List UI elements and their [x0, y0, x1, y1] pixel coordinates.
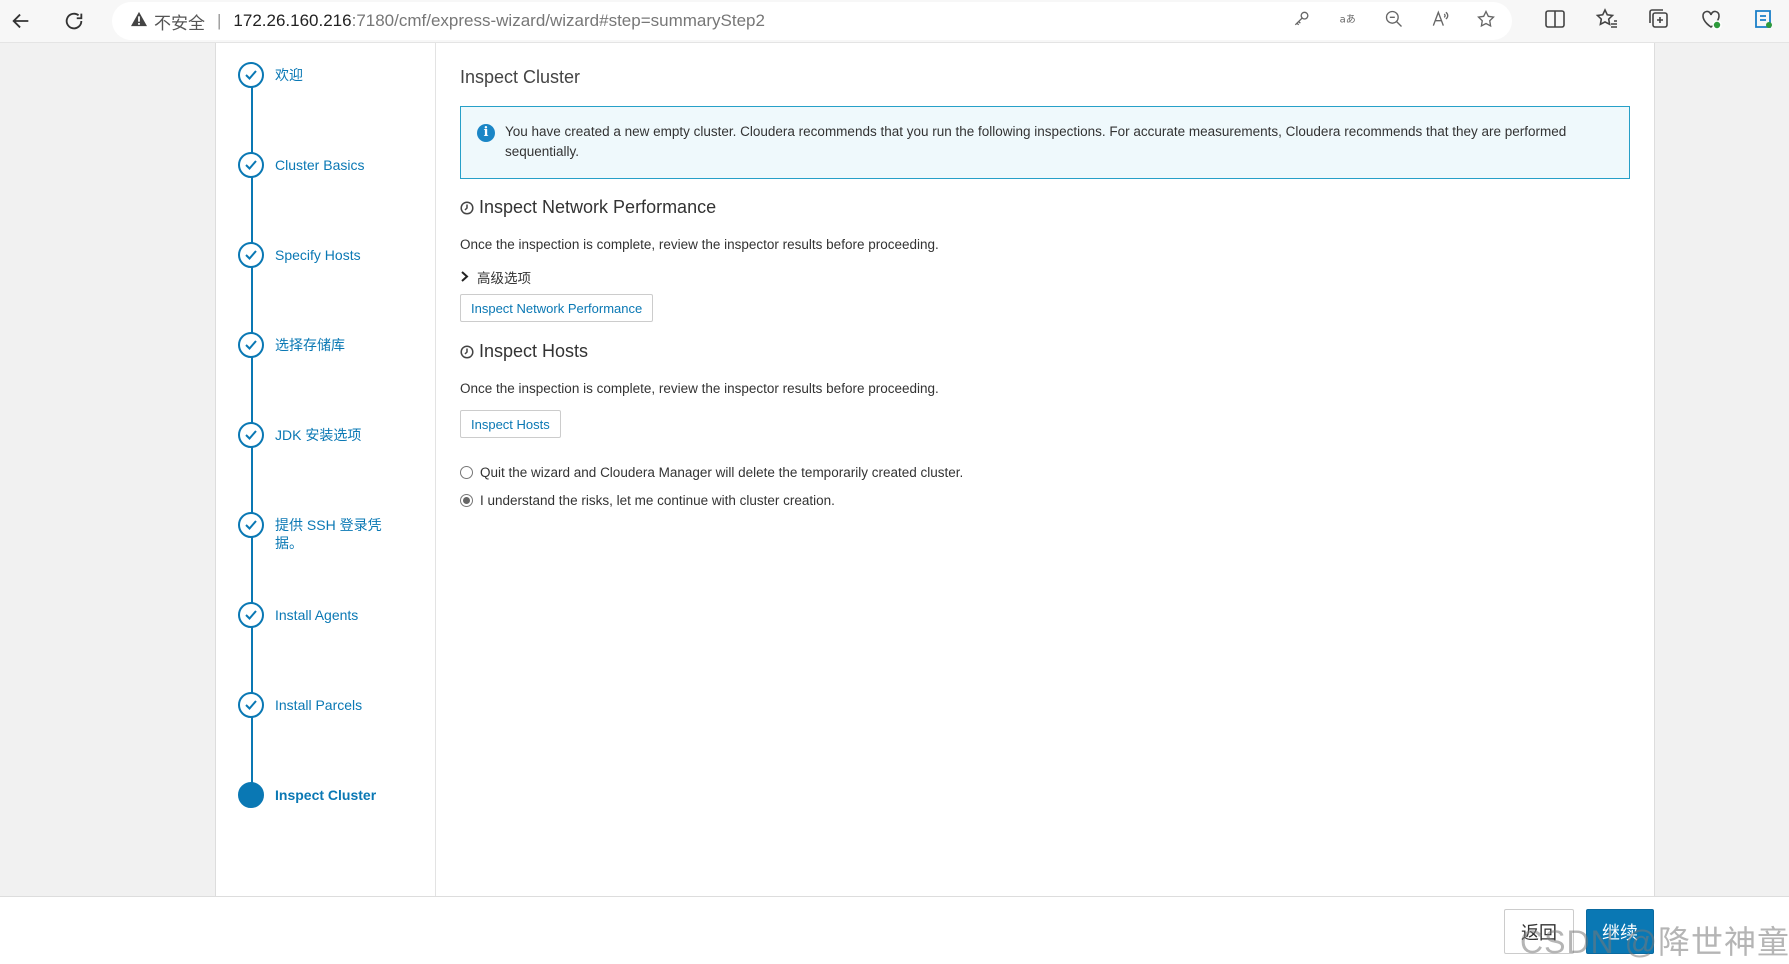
- browser-essentials-icon[interactable]: [1699, 7, 1723, 36]
- check-icon: [238, 422, 264, 448]
- step-label: Inspect Cluster: [275, 787, 377, 803]
- insecure-label: 不安全: [154, 13, 205, 33]
- refresh-icon[interactable]: [61, 8, 87, 34]
- advanced-options-label: 高级选项: [477, 271, 531, 286]
- step-inspect-cluster[interactable]: Inspect Cluster: [238, 782, 428, 808]
- address-bar[interactable]: 不安全 | 172.26.160.216:7180/cmf/express-wi…: [112, 2, 1512, 40]
- inspect-hosts-button[interactable]: Inspect Hosts: [460, 410, 561, 438]
- info-text: You have created a new empty cluster. Cl…: [505, 124, 1567, 159]
- check-icon: [238, 512, 264, 538]
- favorite-star-icon[interactable]: [1476, 9, 1496, 34]
- radio-button[interactable]: [460, 466, 473, 479]
- chevron-right-icon: [460, 270, 469, 285]
- check-icon: [238, 602, 264, 628]
- favorites-icon[interactable]: [1595, 7, 1619, 36]
- zoom-out-icon[interactable]: [1384, 9, 1404, 34]
- hosts-title-text: Inspect Hosts: [479, 341, 589, 361]
- continue-creation-label: I understand the risks, let me continue …: [480, 493, 835, 508]
- wizard-steps-sidebar: 欢迎 Cluster Basics Specify Hosts 选择存储库 JD…: [216, 43, 436, 896]
- network-description: Once the inspection is complete, review …: [460, 237, 939, 252]
- split-screen-icon[interactable]: [1543, 7, 1567, 36]
- current-step-dot-icon: [238, 782, 264, 808]
- browser-toolbar: 不安全 | 172.26.160.216:7180/cmf/express-wi…: [0, 0, 1789, 43]
- step-welcome[interactable]: 欢迎: [238, 62, 428, 88]
- step-label: JDK 安装选项: [275, 427, 362, 443]
- check-icon: [238, 242, 264, 268]
- network-title-text: Inspect Network Performance: [479, 197, 717, 217]
- warning-icon: [130, 11, 148, 32]
- translate-icon[interactable]: aあ: [1338, 9, 1358, 34]
- step-install-parcels[interactable]: Install Parcels: [238, 692, 428, 718]
- network-section-title: Inspect Network Performance: [460, 197, 716, 218]
- step-label: Install Parcels: [275, 697, 363, 713]
- collections-icon[interactable]: [1647, 7, 1671, 36]
- address-separator: |: [217, 11, 222, 30]
- step-label: 选择存储库: [275, 337, 345, 353]
- check-icon: [238, 62, 264, 88]
- watermark: CSDN @降世神童: [1520, 924, 1789, 960]
- step-select-repository[interactable]: 选择存储库: [238, 332, 428, 358]
- clock-icon: [460, 344, 474, 359]
- url-path: :7180/cmf/express-wizard/wizard#step=sum…: [351, 11, 765, 30]
- edge-copilot-icon[interactable]: [1751, 7, 1775, 36]
- step-install-agents[interactable]: Install Agents: [238, 602, 428, 628]
- step-jdk-options[interactable]: JDK 安装选项: [238, 422, 428, 448]
- step-ssh-credentials[interactable]: 提供 SSH 登录凭据。: [238, 512, 428, 552]
- quit-wizard-label: Quit the wizard and Cloudera Manager wil…: [480, 465, 964, 480]
- quit-wizard-option[interactable]: Quit the wizard and Cloudera Manager wil…: [460, 465, 963, 480]
- hosts-description: Once the inspection is complete, review …: [460, 381, 939, 396]
- step-label: Install Agents: [275, 607, 359, 623]
- step-label: 提供 SSH 登录凭据。: [275, 517, 382, 551]
- check-icon: [238, 692, 264, 718]
- url-host: 172.26.160.216: [233, 11, 352, 30]
- step-label: Cluster Basics: [275, 157, 365, 173]
- info-icon: i: [477, 124, 495, 142]
- svg-text:aあ: aあ: [1340, 13, 1356, 25]
- check-icon: [238, 332, 264, 358]
- step-label: Specify Hosts: [275, 247, 361, 263]
- wizard-footer: 返回 继续 CSDN @降世神童: [0, 896, 1789, 964]
- back-arrow-icon[interactable]: [8, 8, 34, 34]
- inspect-network-button[interactable]: Inspect Network Performance: [460, 294, 654, 322]
- info-alert: i You have created a new empty cluster. …: [460, 106, 1630, 179]
- radio-button-selected[interactable]: [460, 494, 473, 507]
- read-aloud-icon[interactable]: [1430, 9, 1450, 34]
- check-icon: [238, 152, 264, 178]
- page-title: Inspect Cluster: [460, 67, 581, 87]
- step-label: 欢迎: [275, 67, 303, 83]
- advanced-options-toggle[interactable]: 高级选项: [460, 267, 531, 287]
- step-cluster-basics[interactable]: Cluster Basics: [238, 152, 428, 178]
- continue-creation-option[interactable]: I understand the risks, let me continue …: [460, 493, 835, 508]
- step-specify-hosts[interactable]: Specify Hosts: [238, 242, 428, 268]
- hosts-section-title: Inspect Hosts: [460, 341, 588, 362]
- key-icon[interactable]: [1292, 9, 1312, 34]
- clock-icon: [460, 200, 474, 215]
- wizard-panel: 欢迎 Cluster Basics Specify Hosts 选择存储库 JD…: [215, 43, 1655, 896]
